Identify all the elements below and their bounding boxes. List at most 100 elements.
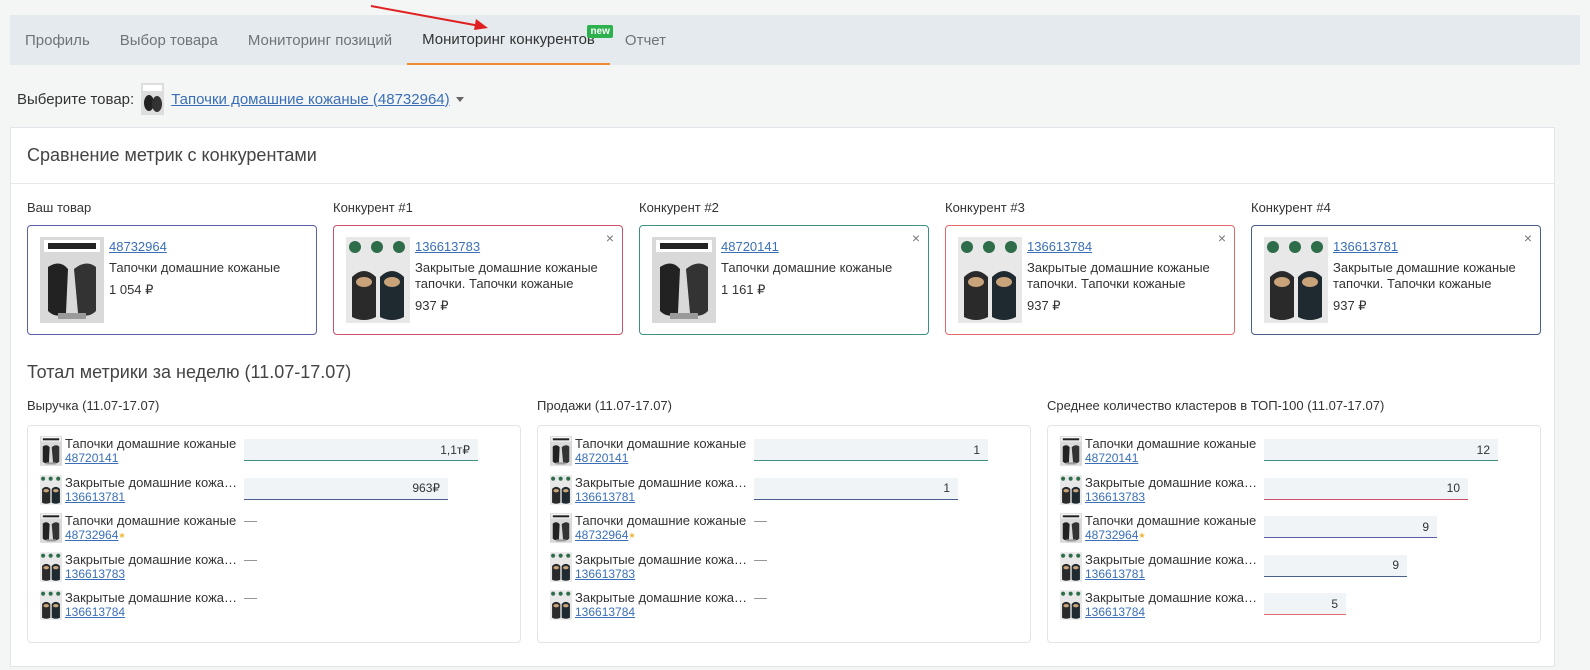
row-text: Закрытые домашние кожаные тапочки1366137…	[1085, 590, 1260, 620]
chevron-down-icon[interactable]	[455, 96, 464, 102]
metric-box: Тапочки домашние кожаные 48720141 1,1т₽ Зак…	[27, 425, 521, 643]
tab-profile[interactable]: Профиль	[10, 15, 105, 65]
tab-report[interactable]: Отчет	[610, 15, 681, 65]
row-product-id-link[interactable]: 136613781	[65, 490, 125, 504]
product-name: Закрытые домашние кожаные тапочки. Тапоч…	[1333, 260, 1516, 291]
close-icon[interactable]: ×	[1218, 230, 1226, 246]
metric-row: Тапочки домашние кожаные 48732964★ —	[40, 513, 508, 552]
product-id-link[interactable]: 48732964	[109, 239, 167, 254]
row-product-id-link[interactable]: 48732964	[1085, 528, 1138, 542]
row-id-line: 48732964★	[1085, 528, 1260, 543]
metric-bar: 963₽	[244, 477, 448, 500]
metric-bar: 1	[754, 477, 958, 500]
row-product-id-link[interactable]: 136613784	[1085, 605, 1145, 619]
product-image	[40, 590, 62, 620]
selected-product-link[interactable]: Тапочки домашние кожаные (48732964)	[171, 91, 449, 108]
card-label: Ваш товар	[27, 200, 92, 215]
metric-row: Тапочки домашние кожаные 48720141 12	[1060, 436, 1528, 475]
product-image	[1060, 551, 1082, 582]
product-image-wrap	[40, 237, 104, 323]
metric-boxes: Выручка (11.07-17.07) Тапочки домашние ко…	[27, 398, 1541, 643]
product-name: Тапочки домашние кожаные	[109, 260, 281, 275]
product-info: 136613783 Закрытые домашние кожаные тапоч…	[415, 237, 610, 334]
row-id-line: 48720141	[65, 451, 240, 466]
metric-row: Тапочки домашние кожаные 48732964★ 9	[1060, 513, 1528, 552]
row-product-name: Закрытые домашние кожаные тапочки	[65, 590, 240, 605]
row-product-name: Закрытые домашние кожаные тапочки	[575, 474, 750, 490]
row-product-id-link[interactable]: 136613783	[575, 567, 635, 581]
own-product-star-icon: ★	[118, 531, 126, 540]
row-text: Тапочки домашние кожаные 48732964★	[65, 513, 240, 543]
row-product-id-link[interactable]: 136613784	[575, 605, 635, 619]
metric-box: Тапочки домашние кожаные 48720141 1 Закрыты…	[537, 425, 1031, 643]
row-product-id-link[interactable]: 48720141	[575, 451, 628, 465]
row-text: Закрытые домашние кожаные тапочки1366137…	[65, 590, 240, 620]
product-price: 1 054 ₽	[109, 282, 154, 297]
product-price: 1 161 ₽	[721, 282, 766, 297]
row-thumbnail	[550, 590, 572, 620]
metric-bar: 9	[1264, 516, 1437, 538]
product-id-link[interactable]: 136613783	[415, 239, 480, 254]
product-image	[40, 513, 62, 543]
row-id-line: 48720141	[1085, 451, 1260, 466]
row-product-name: Закрытые домашние кожаные тапочки	[575, 590, 750, 605]
tab-label: Мониторинг позиций	[247, 31, 393, 49]
row-product-id-link[interactable]: 48720141	[65, 451, 118, 465]
row-thumbnail	[1060, 436, 1082, 466]
row-product-id-link[interactable]: 136613781	[1085, 567, 1145, 581]
row-thumbnail	[40, 436, 62, 466]
row-product-id-link[interactable]: 48720141	[1085, 451, 1138, 465]
red-arrow-annotation	[370, 5, 488, 30]
row-thumbnail	[1060, 551, 1082, 582]
product-price: 937 ₽	[1333, 298, 1367, 313]
row-id-line: 136613783	[1085, 490, 1260, 505]
tab-product-choice[interactable]: Выбор товара	[105, 15, 233, 65]
row-product-id-link[interactable]: 136613783	[65, 567, 125, 581]
metric-row: Закрытые домашние кожаные тапочки1366137…	[550, 475, 1018, 514]
top-tab-bar: Профиль Выбор товара Мониторинг позиций …	[10, 15, 1580, 65]
metric-row: Закрытые домашние кожаные тапочки1366137…	[550, 552, 1018, 591]
close-icon[interactable]: ×	[912, 230, 920, 246]
product-image	[1060, 513, 1082, 543]
your-product-column: Ваш товар 48732964 Тапочки домашние кожаны…	[27, 200, 317, 335]
competitor-card: 48720141 Тапочки домашние кожаные 1 161 ₽ ×	[639, 225, 929, 335]
row-product-id-link[interactable]: 48732964	[575, 528, 628, 542]
row-id-line: 136613781	[1085, 567, 1260, 582]
row-product-id-link[interactable]: 136613781	[575, 490, 635, 504]
row-thumbnail	[40, 474, 62, 505]
product-image-wrap	[958, 237, 1022, 323]
product-id-link[interactable]: 136613781	[1333, 239, 1398, 254]
metric-column: Выручка (11.07-17.07) Тапочки домашние ко…	[27, 398, 521, 643]
close-icon[interactable]: ×	[606, 230, 614, 246]
row-id-line: 48732964★	[575, 528, 750, 543]
row-text: Закрытые домашние кожаные тапочки1366137…	[1085, 475, 1260, 505]
row-product-id-link[interactable]: 136613784	[65, 605, 125, 619]
metric-row: Закрытые домашние кожаные тапочки1366137…	[40, 590, 508, 629]
row-text: Закрытые домашние кожаные тапочки1366137…	[65, 475, 240, 505]
row-text: Закрытые домашние кожаные тапочки1366137…	[65, 552, 240, 582]
metric-row: Закрытые домашние кожаные тапочки1366137…	[40, 552, 508, 591]
row-text: Тапочки домашние кожаные 48720141	[65, 436, 240, 466]
product-image	[550, 436, 572, 466]
row-product-name: Закрытые домашние кожаные тапочки	[1085, 551, 1260, 567]
competitor-column: Конкурент #4 136613781 Закрытые домашние к…	[1251, 200, 1541, 335]
row-text: Закрытые домашние кожаные тапочки1366137…	[575, 475, 750, 505]
metrics-panel: Сравнение метрик с конкурентами Ваш това…	[10, 127, 1555, 667]
product-thumbnail	[141, 83, 165, 115]
row-product-id-link[interactable]: 48732964	[65, 528, 118, 542]
product-image	[652, 237, 716, 323]
row-product-id-link[interactable]: 136613783	[1085, 490, 1145, 504]
product-image	[550, 590, 572, 620]
product-id-link[interactable]: 136613784	[1027, 239, 1092, 254]
metric-row: Тапочки домашние кожаные 48720141 1	[550, 436, 1018, 475]
product-id-link[interactable]: 48720141	[721, 239, 779, 254]
tab-label: Профиль	[25, 31, 90, 49]
empty-value: —	[244, 590, 257, 605]
row-id-line: 136613784	[575, 605, 750, 620]
product-image	[550, 513, 572, 543]
row-product-name: Тапочки домашние кожаные	[575, 513, 747, 528]
row-text: Закрытые домашние кожаные тапочки1366137…	[575, 552, 750, 582]
row-id-line: 136613783	[575, 567, 750, 582]
close-icon[interactable]: ×	[1524, 230, 1532, 246]
metric-bar: 10	[1264, 477, 1468, 500]
